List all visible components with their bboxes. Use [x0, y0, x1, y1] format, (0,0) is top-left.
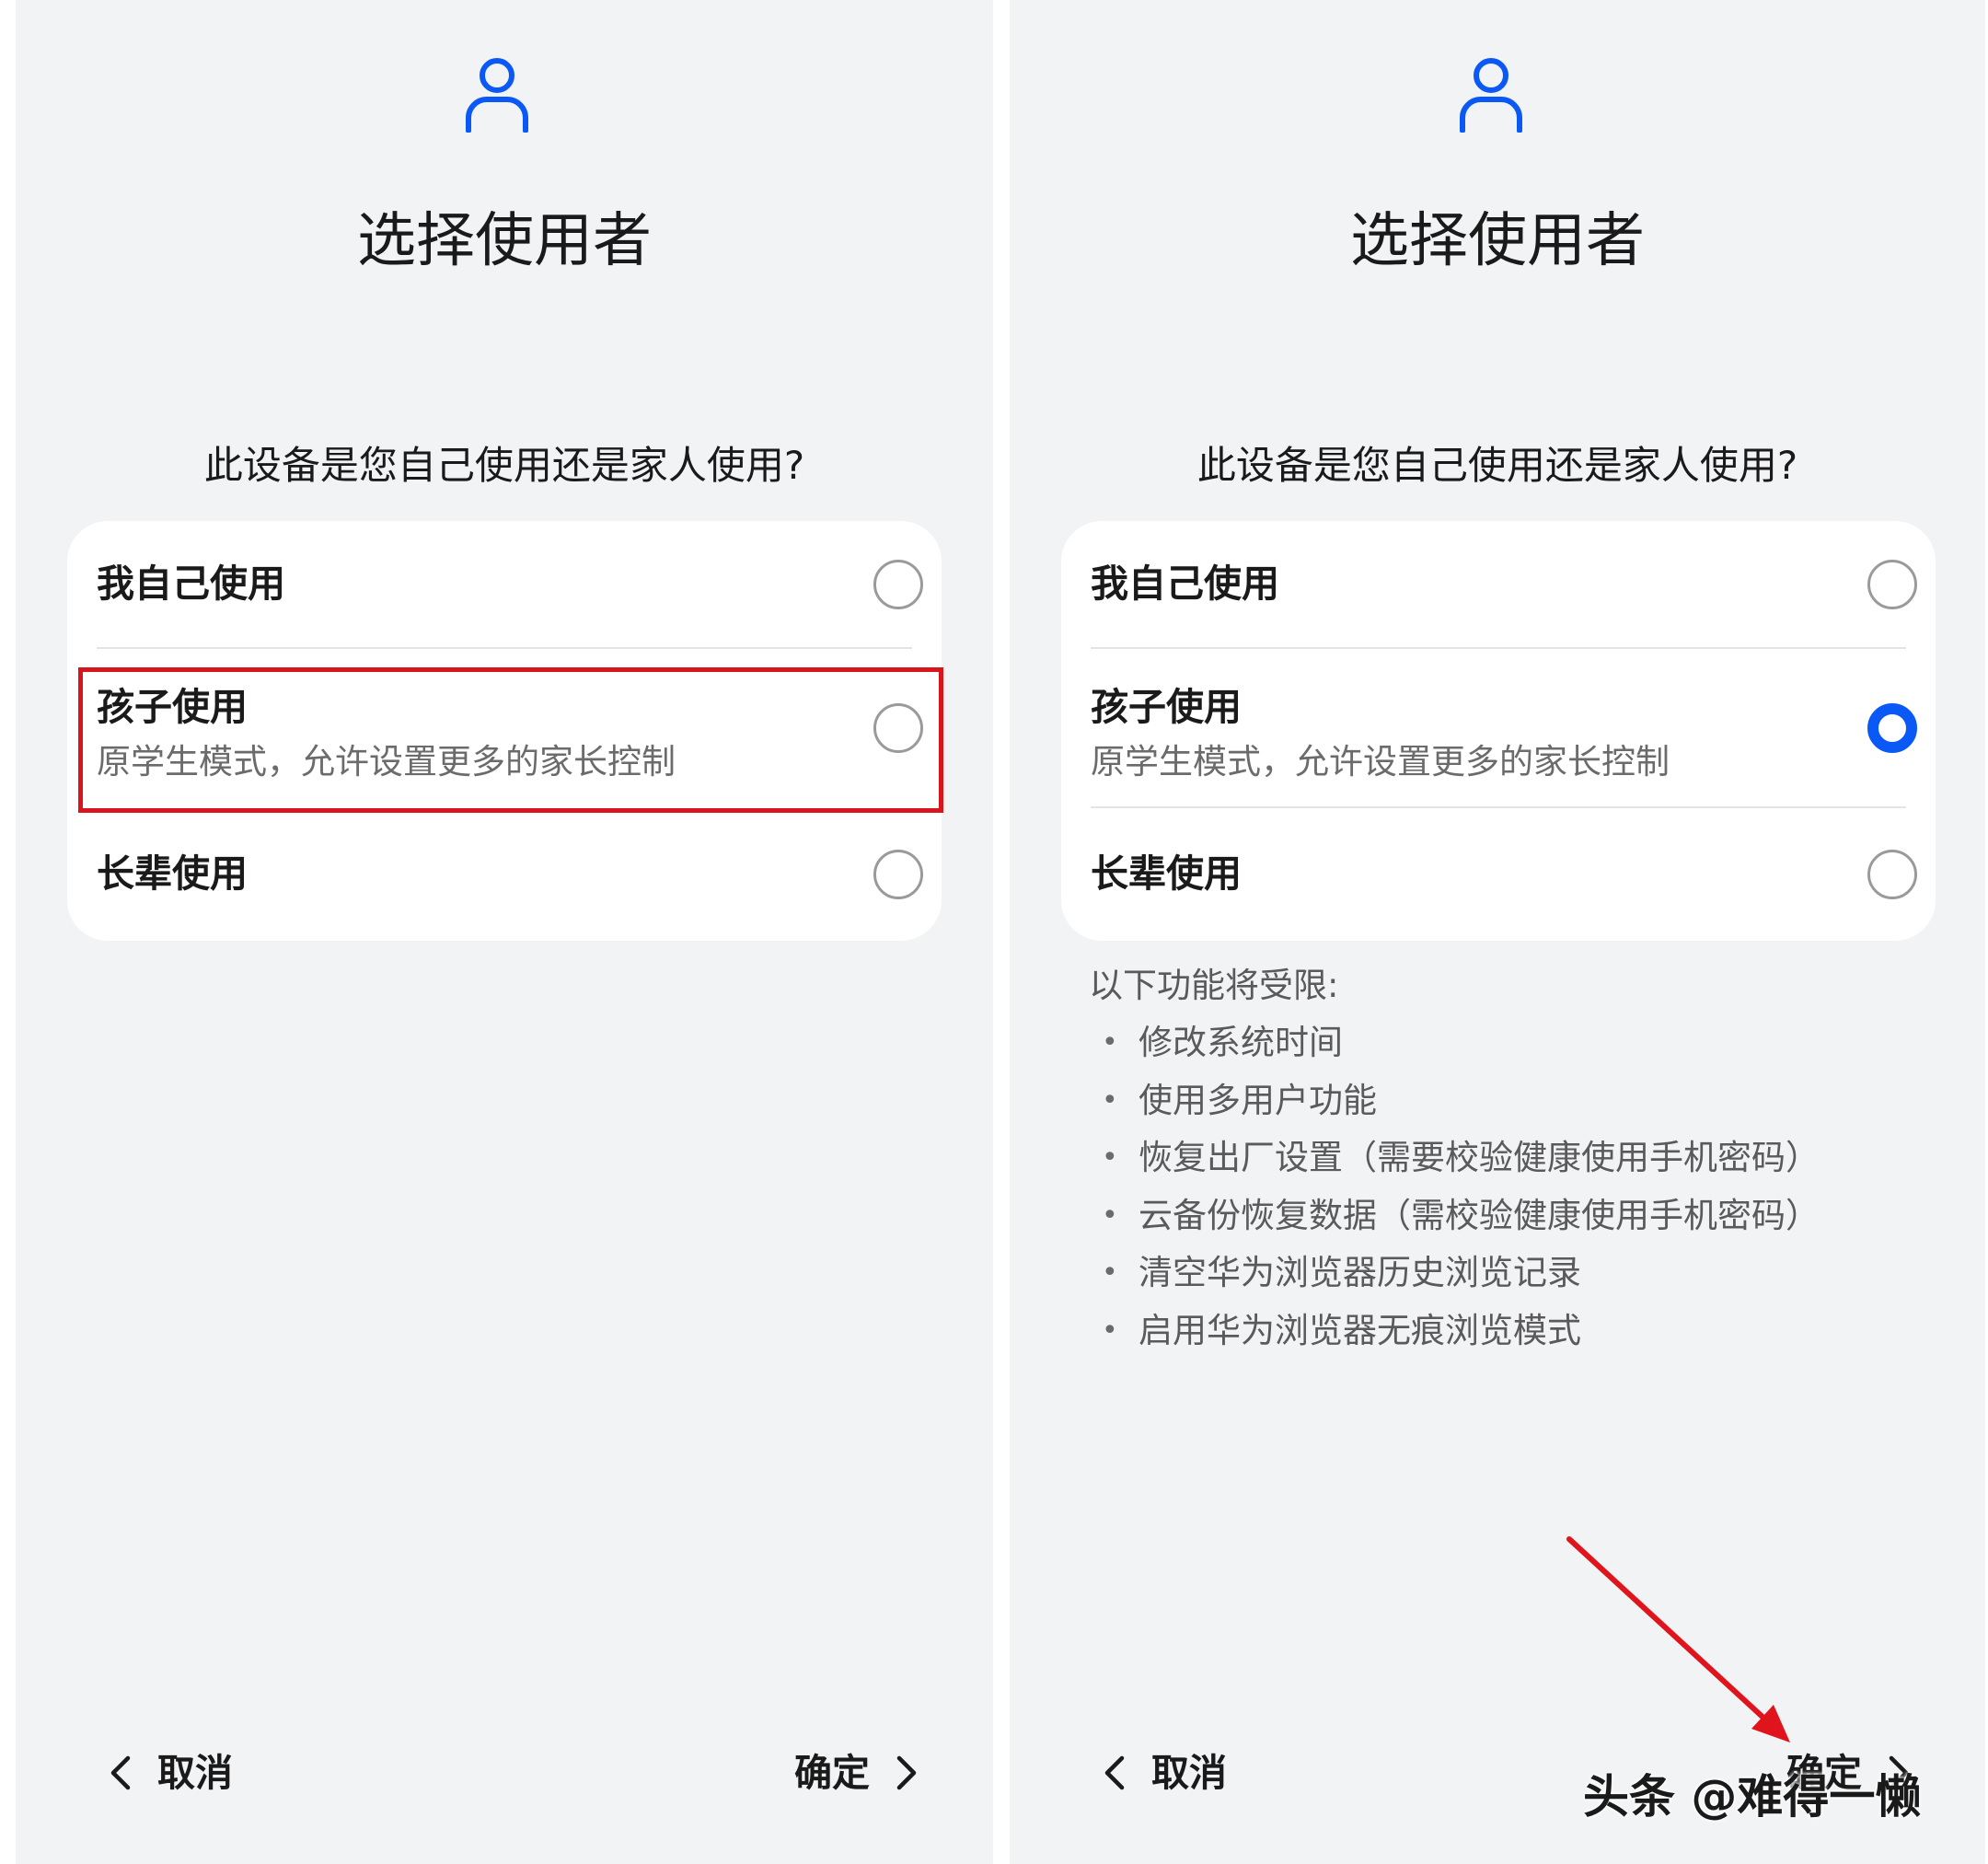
chevron-right-icon: [896, 1755, 917, 1790]
restriction-text: 清空华为浏览器历史浏览记录: [1138, 1253, 1581, 1292]
cancel-button[interactable]: 取消: [1102, 1747, 1227, 1799]
list-item: • 启用华为浏览器无痕浏览模式: [1102, 1310, 1581, 1350]
user-options-card: 我自己使用 孩子使用 原学生模式，允许设置更多的家长控制 长辈使用: [1061, 521, 1936, 941]
cancel-label: 取消: [1151, 1751, 1227, 1795]
watermark: 头条 @难得一懒: [1583, 1770, 1922, 1823]
radio-button-selected[interactable]: [1867, 703, 1917, 753]
list-item: • 清空华为浏览器历史浏览记录: [1102, 1253, 1581, 1292]
list-item: • 修改系统时间: [1102, 1023, 1343, 1062]
user-icon: [1460, 58, 1522, 133]
option-label: 我自己使用: [1091, 562, 1279, 606]
restriction-text: 恢复出厂设置（需要校验健康使用手机密码）: [1138, 1138, 1820, 1177]
page-title: 选择使用者: [1350, 207, 1645, 275]
restriction-text: 使用多用户功能: [1138, 1080, 1377, 1120]
option-self[interactable]: 我自己使用: [1061, 521, 1936, 648]
radio-button[interactable]: [1867, 850, 1917, 899]
list-item: • 使用多用户功能: [1102, 1080, 1377, 1120]
option-elder[interactable]: 长辈使用: [1061, 807, 1936, 941]
right-screen: 选择使用者 此设备是您自己使用还是家人使用? 我自己使用 孩子使用 原学生模式，…: [1010, 0, 1985, 1864]
option-self[interactable]: 我自己使用: [67, 521, 942, 648]
restrictions-title: 以下功能将受限:: [1089, 966, 1339, 1005]
option-child[interactable]: 孩子使用 原学生模式，允许设置更多的家长控制: [1061, 648, 1936, 807]
cancel-button[interactable]: 取消: [108, 1747, 233, 1799]
restriction-text: 启用华为浏览器无痕浏览模式: [1138, 1310, 1581, 1350]
option-label: 长辈使用: [97, 851, 248, 896]
restriction-text: 修改系统时间: [1138, 1023, 1343, 1062]
user-icon: [466, 58, 528, 133]
left-screen: 选择使用者 此设备是您自己使用还是家人使用? 我自己使用 孩子使用 原学生模式，…: [16, 0, 993, 1864]
confirm-button[interactable]: 确定: [794, 1747, 919, 1799]
chevron-left-icon: [110, 1755, 131, 1790]
radio-button[interactable]: [1867, 560, 1917, 609]
option-description: 原学生模式，允许设置更多的家长控制: [1091, 742, 1670, 781]
confirm-label: 确定: [794, 1751, 870, 1795]
question-text: 此设备是您自己使用还是家人使用?: [1196, 443, 1798, 488]
question-text: 此设备是您自己使用还是家人使用?: [203, 443, 805, 488]
cancel-label: 取消: [157, 1751, 233, 1795]
chevron-left-icon: [1104, 1755, 1125, 1790]
radio-button[interactable]: [873, 560, 923, 609]
restrictions-list: • 修改系统时间 • 使用多用户功能 • 恢复出厂设置（需要校验健康使用手机密码） •…: [1102, 1020, 1820, 1365]
restriction-text: 云备份恢复数据（需校验健康使用手机密码）: [1138, 1195, 1820, 1235]
highlight-box: [78, 667, 943, 813]
list-item: • 云备份恢复数据（需校验健康使用手机密码）: [1102, 1195, 1820, 1235]
option-label: 我自己使用: [97, 562, 285, 606]
option-elder[interactable]: 长辈使用: [67, 807, 942, 941]
radio-button[interactable]: [873, 850, 923, 899]
list-item: • 恢复出厂设置（需要校验健康使用手机密码）: [1102, 1138, 1820, 1177]
option-label: 长辈使用: [1091, 851, 1242, 896]
option-label: 孩子使用: [1091, 685, 1242, 729]
page-title: 选择使用者: [357, 207, 652, 275]
